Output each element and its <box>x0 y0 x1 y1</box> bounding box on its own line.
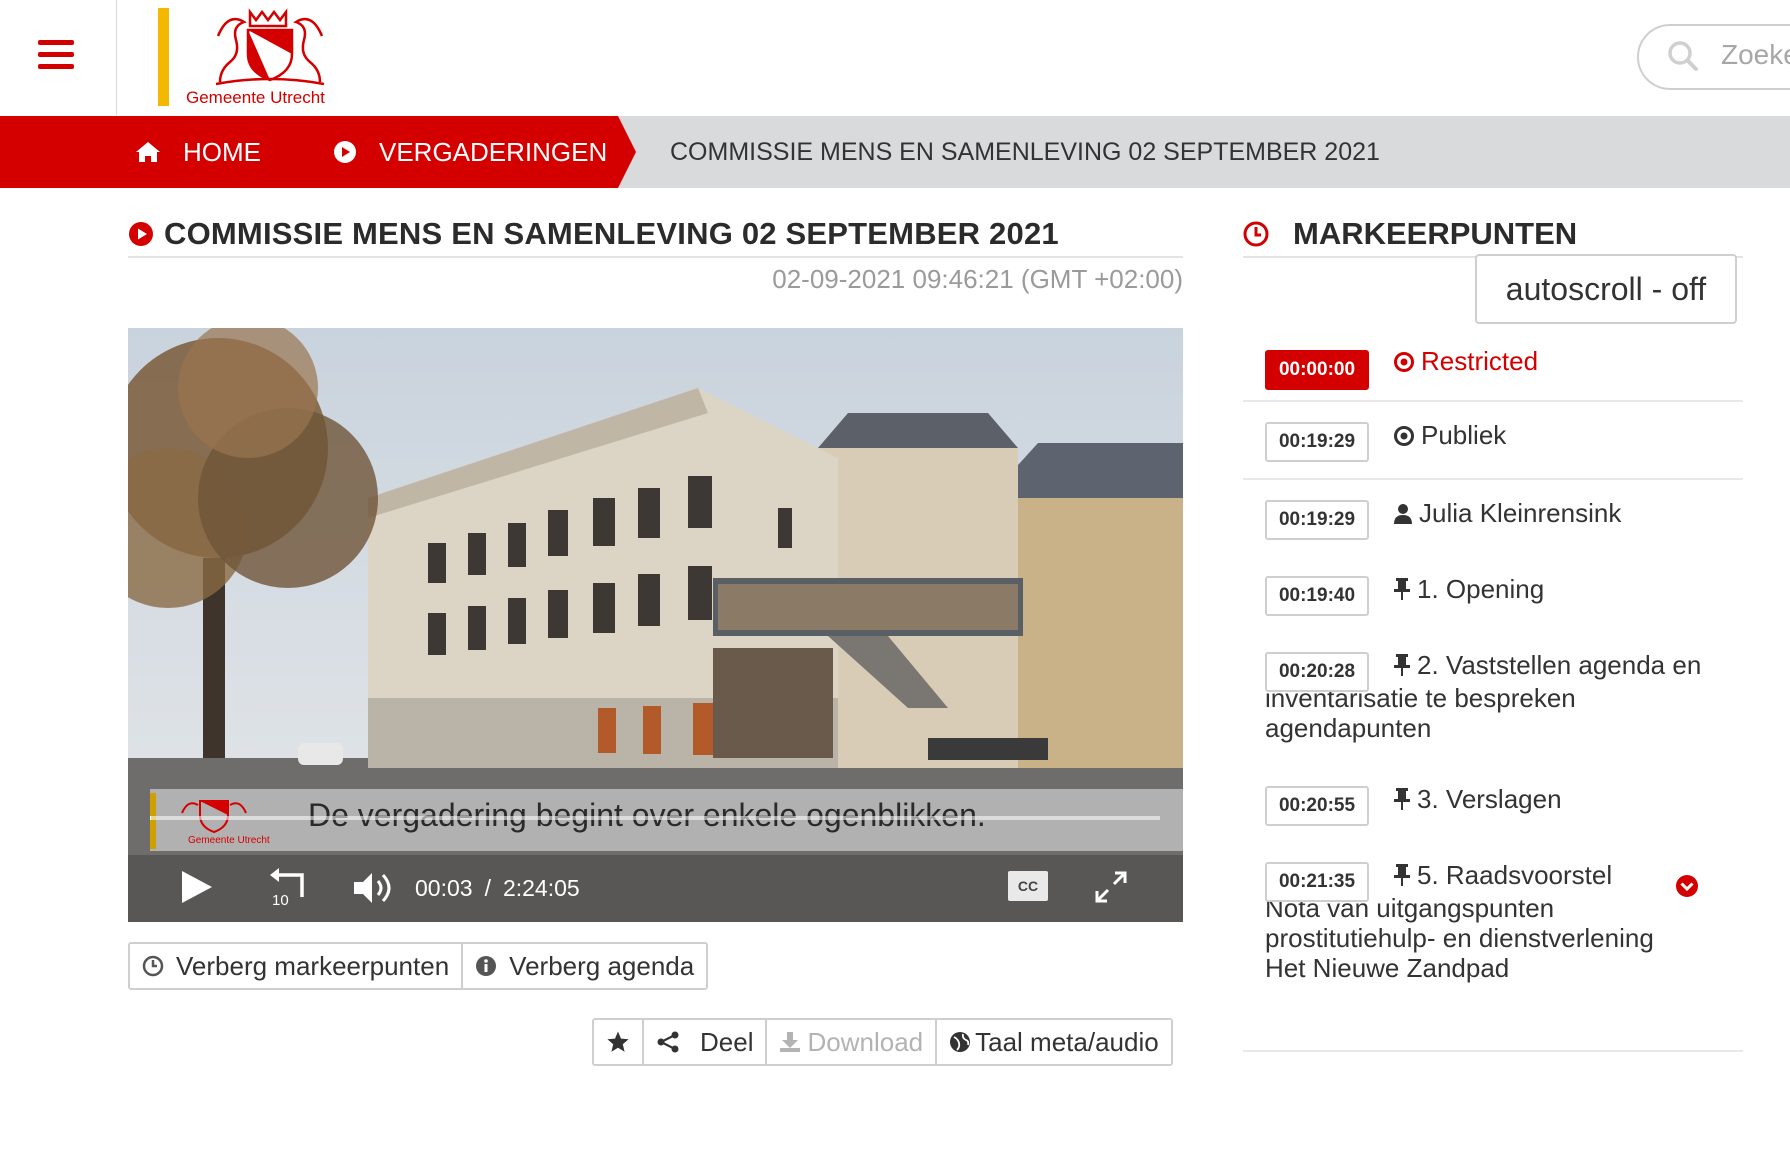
current-time: 00:03 <box>415 875 473 901</box>
search-icon <box>1668 41 1698 71</box>
breadcrumb: HOME VERGADERINGEN COMMISSIE MENS EN SAM… <box>0 116 1790 188</box>
play-circle-icon <box>333 140 357 164</box>
marker-item[interactable]: 00:19:29 Publiek <box>1243 402 1743 480</box>
share-icon <box>656 1030 680 1054</box>
overlay-logo-text: Gemeente Utrecht <box>188 835 270 846</box>
clock-icon <box>1243 221 1269 247</box>
play-button[interactable] <box>180 869 214 910</box>
overlay-accent-bar <box>150 793 156 849</box>
marker-label: 3. Verslagen <box>1417 784 1562 814</box>
markers-title: MARKEERPUNTEN <box>1293 216 1578 251</box>
search-box[interactable] <box>1637 24 1790 90</box>
hide-agenda-button[interactable]: Verberg agenda <box>461 944 707 988</box>
marker-timestamp[interactable]: 00:19:29 <box>1265 500 1369 540</box>
marker-item[interactable]: 00:21:35 5. Raadsvoorstel Nota van uitga… <box>1243 842 1743 1052</box>
header: Gemeente Utrecht <box>0 0 1790 115</box>
play-circle-icon <box>128 221 154 247</box>
menu-icon[interactable] <box>38 40 74 70</box>
rewind-10-button[interactable]: 10 <box>266 865 310 914</box>
action-button-group: Deel Download Taal meta/audio <box>592 1018 1173 1066</box>
favorite-button[interactable] <box>594 1020 642 1064</box>
dot-circle-icon <box>1393 423 1415 453</box>
download-icon <box>779 1031 801 1053</box>
marker-timestamp[interactable]: 00:21:35 <box>1265 862 1369 902</box>
marker-label: 1. Opening <box>1417 574 1545 604</box>
header-divider <box>116 0 117 115</box>
page-title-row: COMMISSIE MENS EN SAMENLEVING 02 SEPTEMB… <box>128 212 1183 258</box>
marker-item[interactable]: 00:19:40 1. Opening <box>1243 556 1743 632</box>
marker-timestamp[interactable]: 00:19:40 <box>1265 576 1369 616</box>
pin-icon <box>1393 577 1411 607</box>
rewind-icon: 10 <box>270 868 304 909</box>
expand-button[interactable] <box>1675 874 1699 903</box>
video-progress-bar[interactable] <box>150 816 1160 820</box>
volume-button[interactable] <box>352 869 394 912</box>
breadcrumb-home-label: HOME <box>183 136 261 167</box>
user-icon <box>1393 501 1413 531</box>
breadcrumb-home[interactable]: HOME <box>135 116 261 188</box>
video-player[interactable]: Gemeente Utrecht De vergadering begint o… <box>128 328 1183 922</box>
gemeente-utrecht-logo[interactable]: Gemeente Utrecht <box>158 6 358 110</box>
language-button[interactable]: Taal meta/audio <box>935 1020 1171 1064</box>
duration: 2:24:05 <box>502 875 580 901</box>
download-label: Download <box>807 1026 924 1057</box>
rewind-seconds-label: 10 <box>272 892 289 909</box>
dot-circle-icon <box>1393 349 1415 379</box>
hide-agenda-label: Verberg agenda <box>509 950 695 981</box>
marker-label: Restricted <box>1421 346 1539 376</box>
breadcrumb-current: COMMISSIE MENS EN SAMENLEVING 02 SEPTEMB… <box>670 137 1380 166</box>
pin-icon <box>1393 653 1411 683</box>
caption-overlay: Gemeente Utrecht De vergadering begint o… <box>150 789 1183 851</box>
search-input[interactable] <box>1719 38 1790 72</box>
language-label: Taal meta/audio <box>975 1026 1159 1057</box>
marker-item[interactable]: 00:20:28 2. Vaststellen agenda en invent… <box>1243 632 1743 766</box>
coat-of-arms-icon <box>215 8 325 86</box>
home-icon <box>135 141 161 163</box>
download-button[interactable]: Download <box>765 1020 936 1064</box>
marker-label: Publiek <box>1421 420 1507 450</box>
video-controls: 10 00:03/2:24:05 CC <box>128 855 1183 922</box>
star-icon <box>607 1031 629 1052</box>
marker-timestamp[interactable]: 00:19:29 <box>1265 422 1369 462</box>
share-label: Deel <box>700 1026 754 1057</box>
globe-icon <box>949 1031 971 1053</box>
fullscreen-icon <box>1095 871 1127 903</box>
meeting-datetime: 02-09-2021 09:46:21 (GMT +02:00) <box>772 264 1183 294</box>
autoscroll-toggle[interactable]: autoscroll - off <box>1475 254 1737 324</box>
markers-header: MARKEERPUNTEN <box>1243 212 1743 258</box>
coat-of-arms-icon <box>181 800 247 834</box>
marker-timestamp[interactable]: 00:20:28 <box>1265 652 1369 692</box>
pin-icon <box>1393 863 1411 893</box>
clock-icon <box>142 955 164 977</box>
marker-item[interactable]: 00:19:29 Julia Kleinrensink <box>1243 480 1743 556</box>
play-icon <box>182 871 212 903</box>
fullscreen-button[interactable] <box>1093 869 1129 910</box>
hide-markers-label: Verberg markeerpunten <box>176 950 450 981</box>
page-title: COMMISSIE MENS EN SAMENLEVING 02 SEPTEMB… <box>164 216 1059 251</box>
toggle-button-group: Verberg markeerpunten Verberg agenda <box>128 942 709 990</box>
closed-captions-button[interactable]: CC <box>1008 871 1048 901</box>
breadcrumb-meetings[interactable]: VERGADERINGEN <box>333 116 607 188</box>
marker-timestamp[interactable]: 00:00:00 <box>1265 350 1369 390</box>
chevron-down-circle-icon <box>1676 875 1698 897</box>
hide-markers-button[interactable]: Verberg markeerpunten <box>130 944 462 988</box>
breadcrumb-meetings-label: VERGADERINGEN <box>379 136 608 167</box>
pin-icon <box>1393 787 1411 817</box>
markers-list: 00:00:00 Restricted 00:19:29 Publiek 00:… <box>1243 338 1743 1052</box>
marker-item[interactable]: 00:20:55 3. Verslagen <box>1243 766 1743 842</box>
logo-yellow-bar <box>158 8 169 106</box>
share-button[interactable]: Deel <box>642 1020 766 1064</box>
time-display: 00:03/2:24:05 <box>415 875 580 901</box>
logo-text: Gemeente Utrecht <box>186 88 325 107</box>
marker-label: Julia Kleinrensink <box>1419 498 1622 528</box>
marker-timestamp[interactable]: 00:20:55 <box>1265 786 1369 826</box>
marker-item[interactable]: 00:00:00 Restricted <box>1243 338 1743 402</box>
info-circle-icon <box>475 955 497 977</box>
volume-icon <box>354 873 391 903</box>
overlay-logo: Gemeente Utrecht <box>174 795 284 849</box>
